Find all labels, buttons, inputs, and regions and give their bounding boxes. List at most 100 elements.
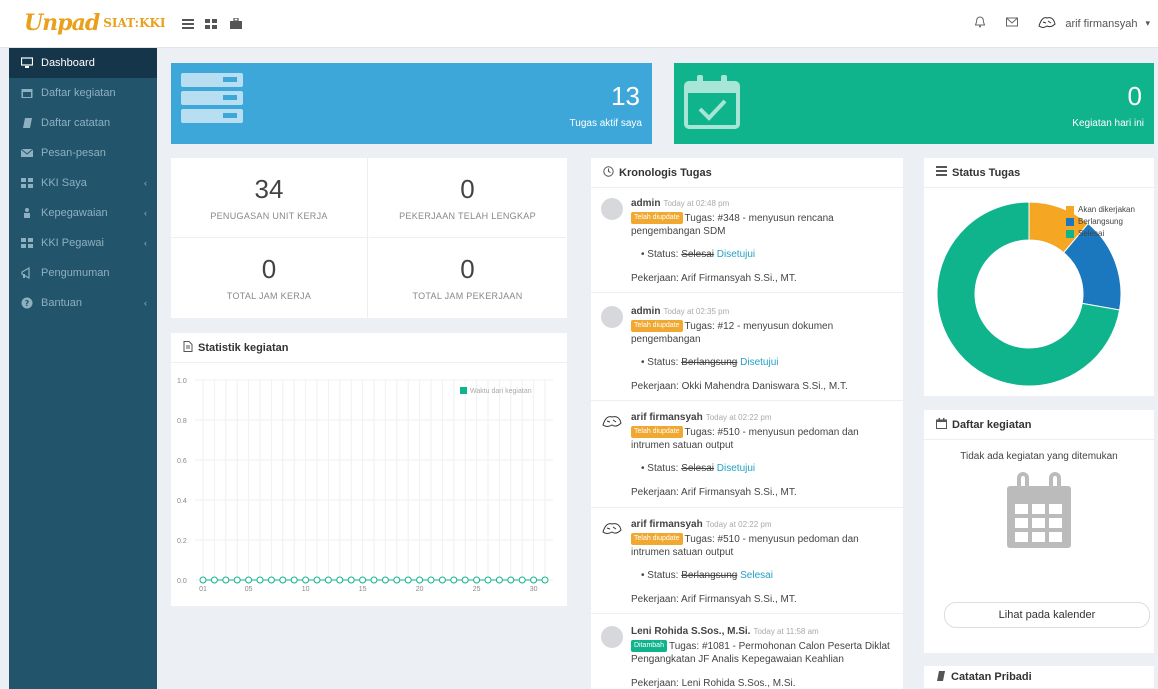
data-point bbox=[324, 576, 332, 584]
calendar-check-icon bbox=[684, 75, 740, 129]
feed-job: Pekerjaan: Okki Mahendra Daniswara S.Si.… bbox=[631, 381, 848, 392]
today-label: Kegiatan hari ini bbox=[1072, 118, 1144, 129]
sidebar-item-kki-saya[interactable]: KKI Saya ‹ bbox=[9, 168, 157, 198]
x-tick-label: 30 bbox=[530, 586, 538, 593]
data-point bbox=[359, 576, 367, 584]
user-caret[interactable]: ▾ bbox=[1145, 18, 1150, 29]
data-point bbox=[267, 576, 275, 584]
note-icon bbox=[21, 117, 33, 129]
grid-icon[interactable] bbox=[205, 18, 217, 30]
chevron-left-icon: ‹ bbox=[144, 238, 147, 248]
status-new: Disetujui bbox=[716, 249, 756, 260]
feed-user-name[interactable]: admin bbox=[631, 198, 660, 209]
top-navbar: Unpad SIAT:KKI arif firmansyah ▾ bbox=[0, 0, 1158, 48]
briefcase-icon[interactable] bbox=[230, 17, 242, 30]
data-point bbox=[222, 576, 230, 584]
feed-status: • Status: Selesai Disetujui bbox=[641, 249, 756, 260]
sidebar-item-kki-pegawai[interactable]: KKI Pegawai ‹ bbox=[9, 228, 157, 258]
feed-user-name[interactable]: arif firmansyah bbox=[631, 412, 703, 423]
data-point bbox=[450, 576, 458, 584]
x-tick-label: 25 bbox=[473, 586, 481, 593]
data-point bbox=[199, 576, 207, 584]
tasks-banner[interactable]: 13 Tugas aktif saya bbox=[171, 63, 652, 144]
feed-job: Pekerjaan: Leni Rohida S.Sos., M.Si. bbox=[631, 678, 796, 689]
chevron-left-icon: ‹ bbox=[144, 178, 147, 188]
person-icon bbox=[21, 207, 33, 219]
legend-item: Berlangsung bbox=[1066, 217, 1135, 226]
feed-time: Today at 02:48 pm bbox=[663, 199, 730, 208]
status-label: Status: bbox=[647, 357, 679, 368]
list-icon bbox=[936, 166, 947, 179]
app-logo[interactable]: Unpad SIAT:KKI bbox=[24, 10, 166, 36]
avatar bbox=[601, 626, 623, 648]
svg-text:?: ? bbox=[25, 299, 30, 308]
data-point bbox=[438, 576, 446, 584]
chevron-left-icon: ‹ bbox=[144, 208, 147, 218]
status-old: Selesai bbox=[681, 249, 715, 260]
sidebar-item-pesan-pesan[interactable]: Pesan-pesan bbox=[9, 138, 157, 168]
sidebar-item-kepegawaian[interactable]: Kepegawaian ‹ bbox=[9, 198, 157, 228]
avatar bbox=[601, 198, 623, 220]
logo-mark: Unpad bbox=[24, 10, 100, 36]
sidebar: Dashboard Daftar kegiatan Daftar catatan… bbox=[9, 48, 157, 689]
file-icon bbox=[183, 340, 193, 355]
data-point bbox=[347, 576, 355, 584]
x-tick-label: 05 bbox=[245, 586, 253, 593]
bullhorn-icon bbox=[21, 266, 33, 280]
catatan-header: Catatan Pribadi bbox=[924, 666, 1154, 689]
legend-item: Akan dikerjakan bbox=[1066, 205, 1135, 214]
feed-task[interactable]: Tugas: #1081 - Permohonan Calon Peserta … bbox=[631, 641, 890, 665]
statistik-header: Statistik kegiatan bbox=[171, 333, 567, 363]
sidebar-item-daftar-kegiatan[interactable]: Daftar kegiatan bbox=[9, 78, 157, 108]
data-point bbox=[484, 576, 492, 584]
status-old: Berlangsung bbox=[681, 570, 738, 581]
bell-icon[interactable] bbox=[973, 15, 987, 32]
user-name[interactable]: arif firmansyah bbox=[1065, 18, 1137, 30]
mail-icon[interactable] bbox=[1005, 15, 1019, 32]
feed-user[interactable]: arif firmansyah Today at 02:22 pm bbox=[631, 412, 772, 423]
feed-time: Today at 02:35 pm bbox=[663, 307, 730, 316]
user-menu[interactable]: arif firmansyah ▾ bbox=[973, 14, 1150, 33]
clock-icon bbox=[603, 165, 614, 180]
divider bbox=[591, 292, 903, 293]
data-point bbox=[302, 576, 310, 584]
feed-user[interactable]: admin Today at 02:35 pm bbox=[631, 306, 729, 317]
feed-text: Ditambah Tugas: #1081 - Permohonan Calon … bbox=[631, 640, 893, 666]
today-banner[interactable]: 0 Kegiatan hari ini bbox=[674, 63, 1154, 144]
stats-box: 34 PENUGASAN UNIT KERJA 0 PEKERJAAN TELA… bbox=[171, 158, 567, 318]
user-avatar[interactable] bbox=[1037, 14, 1057, 33]
stat-pekerjaan-lengkap: 0 PEKERJAAN TELAH LENGKAP bbox=[369, 158, 566, 238]
chevron-left-icon: ‹ bbox=[144, 298, 147, 308]
view-calendar-button[interactable]: Lihat pada kalender bbox=[944, 602, 1150, 628]
feed-user-name[interactable]: arif firmansyah bbox=[631, 519, 703, 530]
question-icon: ? bbox=[21, 297, 33, 309]
feed-user[interactable]: Leni Rohida S.Sos., M.Si. Today at 11:58 … bbox=[631, 626, 819, 637]
feed-job: Pekerjaan: Arif Firmansyah S.Si., MT. bbox=[631, 273, 797, 284]
data-point bbox=[461, 576, 469, 584]
data-point bbox=[370, 576, 378, 584]
feed-user[interactable]: admin Today at 02:48 pm bbox=[631, 198, 729, 209]
sidebar-item-bantuan[interactable]: ? Bantuan ‹ bbox=[9, 288, 157, 318]
legend-label: Berlangsung bbox=[1078, 217, 1123, 226]
stat-value: 34 bbox=[254, 174, 284, 204]
y-tick-label: 0.8 bbox=[177, 418, 187, 425]
feed-user[interactable]: arif firmansyah Today at 02:22 pm bbox=[631, 519, 772, 530]
data-point bbox=[381, 576, 389, 584]
legend-swatch bbox=[1066, 217, 1074, 226]
feed-text: Telah diupdate Tugas: #510 - menyusun ped… bbox=[631, 426, 893, 452]
update-badge: Telah diupdate bbox=[631, 533, 683, 546]
sidebar-item-pengumuman[interactable]: Pengumuman bbox=[9, 258, 157, 288]
tasks-label: Tugas aktif saya bbox=[569, 118, 642, 129]
sidebar-item-dashboard[interactable]: Dashboard bbox=[9, 48, 157, 78]
stat-penugasan: 34 PENUGASAN UNIT KERJA bbox=[171, 158, 368, 238]
catatan-box: Catatan Pribadi bbox=[924, 666, 1154, 689]
calendar-large-icon bbox=[1007, 472, 1071, 548]
feed-user-name[interactable]: admin bbox=[631, 306, 660, 317]
today-count: 0 bbox=[1127, 81, 1142, 111]
list-icon[interactable] bbox=[182, 18, 194, 30]
feed-user-name[interactable]: Leni Rohida S.Sos., M.Si. bbox=[631, 626, 750, 637]
feed-text: Telah diupdate Tugas: #12 - menyusun doku… bbox=[631, 320, 893, 346]
data-point bbox=[473, 576, 481, 584]
sidebar-item-label: Daftar catatan bbox=[41, 117, 111, 129]
sidebar-item-daftar-catatan[interactable]: Daftar catatan bbox=[9, 108, 157, 138]
